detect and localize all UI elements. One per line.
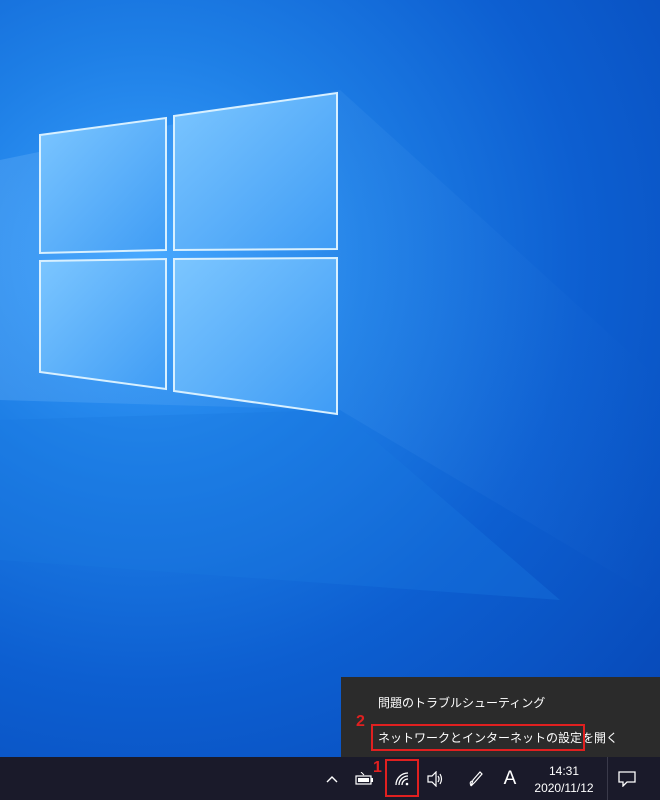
volume-icon <box>427 770 443 787</box>
chevron-up-icon <box>326 775 338 782</box>
menu-item-troubleshoot[interactable]: 問題のトラブルシューティング <box>341 689 660 717</box>
windows-logo-light <box>0 90 660 600</box>
show-hidden-icons-button[interactable] <box>320 757 344 800</box>
taskbar-clock[interactable]: 14:31 2020/11/12 <box>522 757 606 800</box>
highlight-box-step2 <box>371 724 585 751</box>
taskbar-divider <box>607 757 608 800</box>
action-center-button[interactable] <box>612 757 642 800</box>
step-number-2: 2 <box>356 713 365 730</box>
clock-date: 2020/11/12 <box>534 781 594 795</box>
ime-mode-button[interactable]: A <box>498 757 522 800</box>
desktop-wallpaper <box>0 0 660 757</box>
clock-time: 14:31 <box>548 764 580 778</box>
action-center-icon <box>618 770 636 787</box>
volume-button[interactable] <box>424 757 448 800</box>
pen-workspace-button[interactable] <box>464 757 488 800</box>
menu-item-troubleshoot-label: 問題のトラブルシューティング <box>378 696 546 710</box>
step-number-1: 1 <box>373 759 382 776</box>
highlight-box-step1 <box>385 759 419 797</box>
battery-icon <box>355 771 373 785</box>
taskbar: A 14:31 2020/11/12 <box>0 757 660 800</box>
pen-icon <box>469 770 483 786</box>
